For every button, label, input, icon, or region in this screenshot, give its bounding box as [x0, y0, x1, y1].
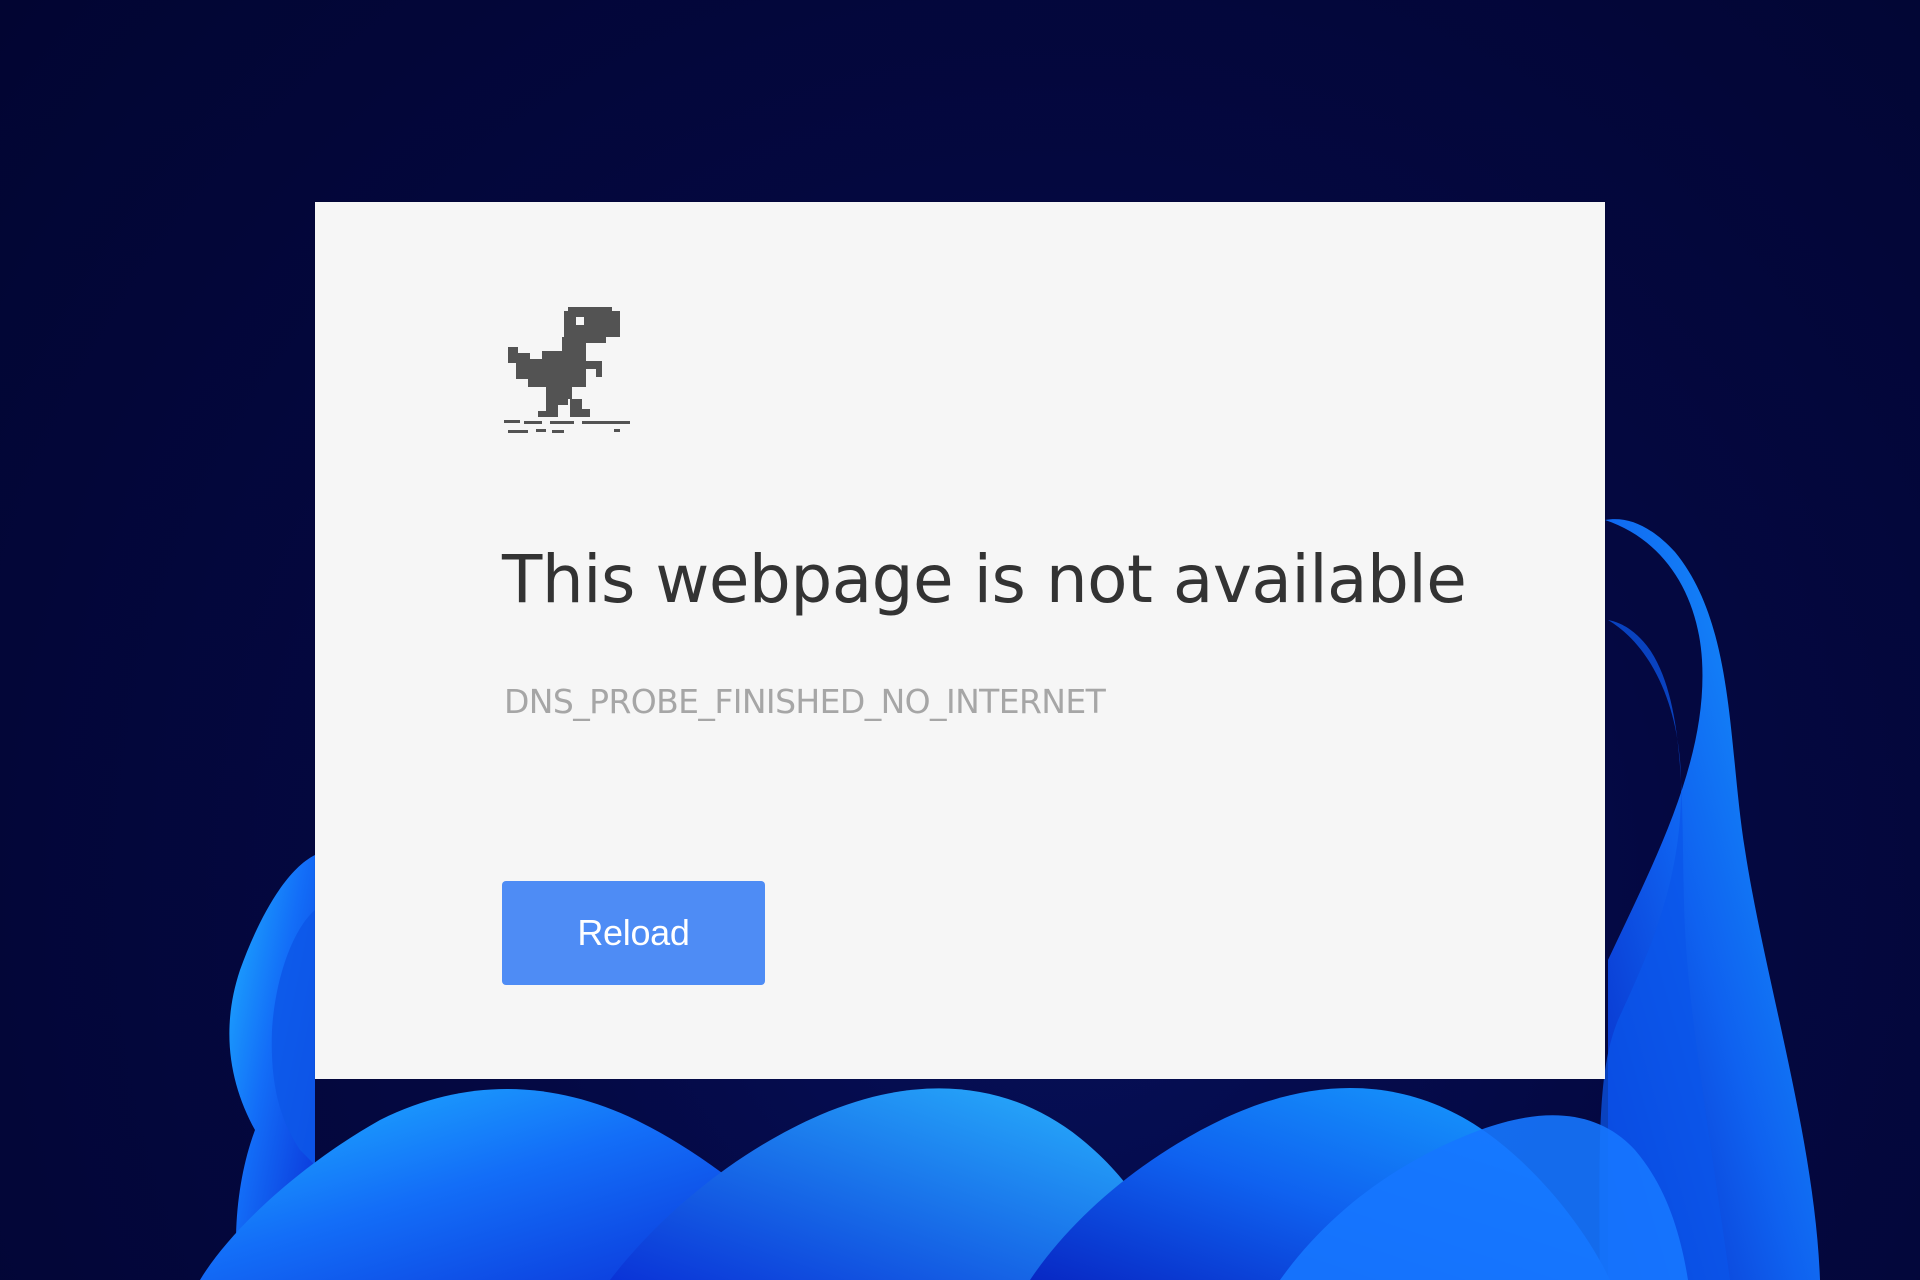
desktop-background: This webpage is not available DNS_PROBE_… [0, 0, 1920, 1280]
reload-button[interactable]: Reload [502, 881, 765, 985]
offline-dino-icon [504, 307, 630, 433]
page-title: This webpage is not available [502, 541, 1467, 618]
error-code: DNS_PROBE_FINISHED_NO_INTERNET [504, 682, 1106, 721]
